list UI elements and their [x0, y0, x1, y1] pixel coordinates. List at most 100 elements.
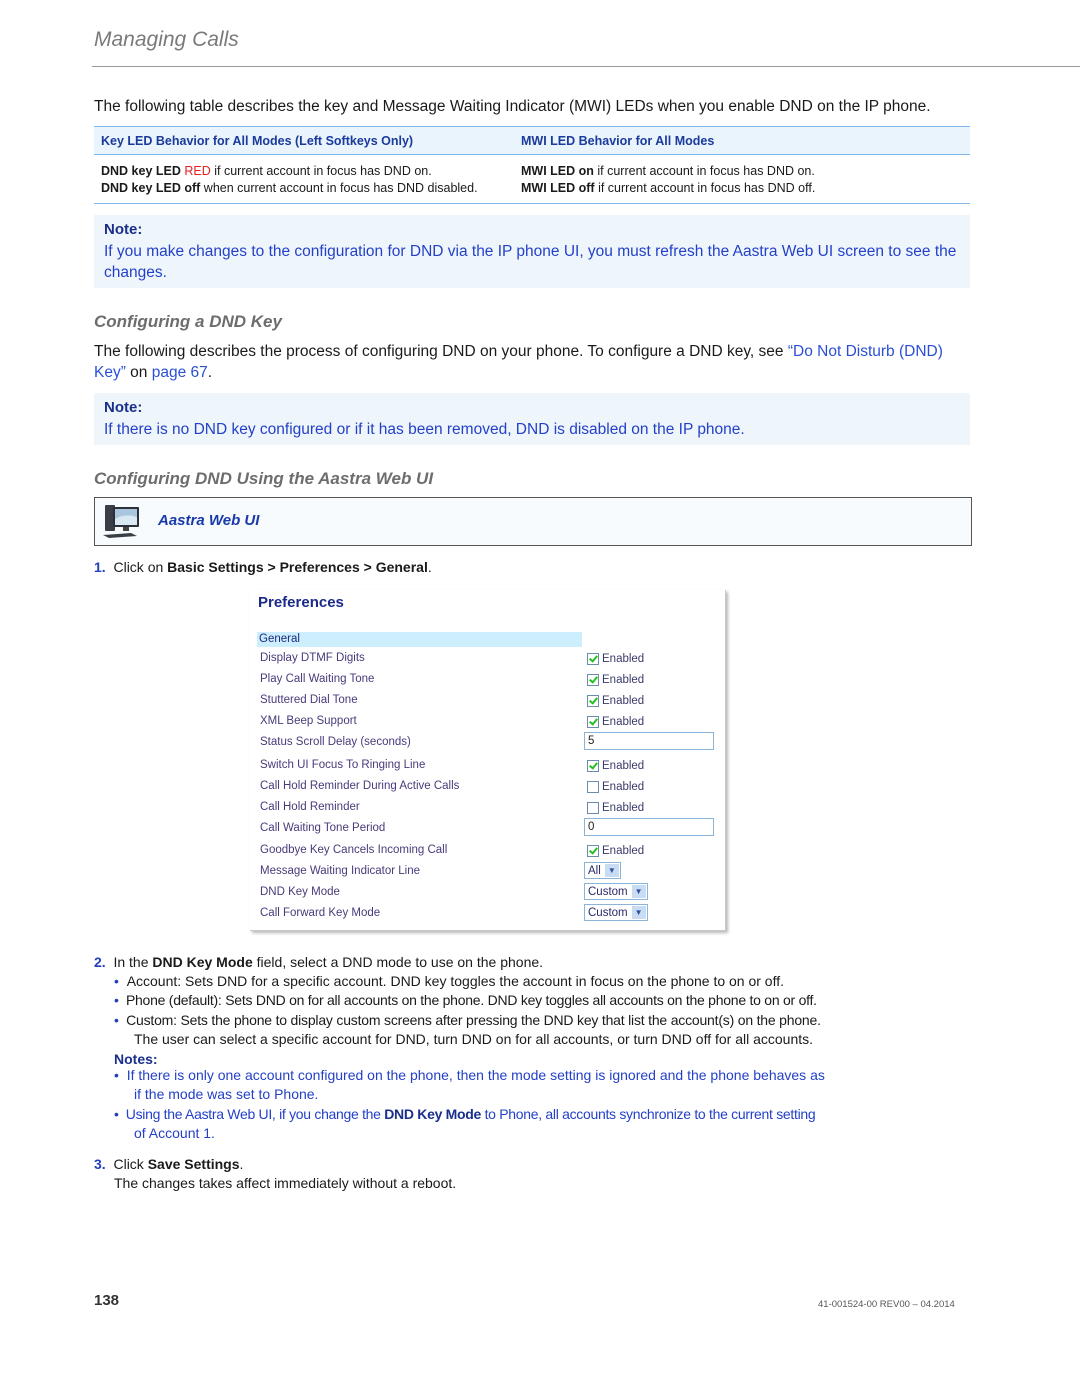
chevron-down-icon[interactable]: ▼: [631, 885, 646, 898]
bullet-icon: •: [114, 1067, 119, 1083]
checkbox-checked[interactable]: [587, 695, 599, 707]
pref-select[interactable]: All ▼: [584, 862, 621, 879]
step-text: field, select a DND mode to use on the p…: [252, 954, 544, 970]
pref-label: Call Hold Reminder: [260, 801, 360, 813]
page-67-link[interactable]: page 67: [152, 364, 208, 381]
note-bullet-sync: • Using the Aastra Web UI, if you change…: [114, 1105, 816, 1124]
bullet-icon: •: [114, 1012, 119, 1028]
step-1: 1. Click on Basic Settings > Preferences…: [94, 558, 432, 577]
note-bullet-bold: DND Key Mode: [384, 1106, 481, 1122]
bullet-text: Custom: Sets the phone to display custom…: [126, 1012, 821, 1028]
section1-text: .: [207, 364, 213, 381]
step-text: .: [239, 1156, 244, 1172]
checkbox-checked[interactable]: [587, 845, 599, 857]
step-text: Click on: [113, 559, 168, 575]
step-button-name: Save Settings: [147, 1156, 240, 1172]
checkbox-checked[interactable]: [587, 716, 599, 728]
chevron-down-icon[interactable]: ▼: [631, 906, 646, 919]
table-header-row: Key LED Behavior for All Modes (Left Sof…: [94, 127, 970, 155]
mwi-led-text: if current account in focus has DND off.: [594, 181, 816, 195]
note-bullet-one-account: • If there is only one account configure…: [114, 1066, 825, 1085]
preferences-section-general: General: [257, 632, 582, 647]
key-led-cell: DND key LED RED if current account in fo…: [94, 163, 521, 197]
note-bullet-text: Using the Aastra Web UI, if you change t…: [125, 1106, 385, 1122]
note-label: Note:: [104, 221, 143, 238]
step-number: 3.: [94, 1156, 106, 1172]
checkbox-label: Enabled: [602, 716, 645, 728]
pref-checkbox-control: Enabled: [587, 781, 644, 793]
mwi-led-line: MWI LED off if current account in focus …: [521, 180, 970, 197]
select-value: All: [588, 864, 601, 877]
pref-checkbox-control: Enabled: [587, 653, 644, 665]
preferences-title: Preferences: [258, 594, 344, 611]
note-bullet-text: to Phone, all accounts synchronize to th…: [481, 1106, 816, 1122]
pref-label: Goodbye Key Cancels Incoming Call: [260, 844, 448, 856]
checkbox-checked[interactable]: [587, 674, 599, 686]
pref-select-control: All ▼: [584, 862, 621, 879]
section1-paragraph: The following describes the process of c…: [94, 341, 964, 383]
checkbox-label: Enabled: [602, 760, 645, 772]
pref-select[interactable]: Custom ▼: [584, 904, 648, 921]
step-number: 1.: [94, 559, 106, 575]
key-led-line: DND key LED RED if current account in fo…: [101, 163, 521, 180]
pref-checkbox-control: Enabled: [587, 802, 644, 814]
step-text: .: [427, 559, 432, 575]
pref-text-input[interactable]: 0: [584, 818, 714, 836]
aastra-web-ui-banner: Aastra Web UI: [94, 497, 972, 546]
aastra-web-ui-label: Aastra Web UI: [158, 512, 260, 529]
note-text: If there is no DND key configured or if …: [104, 421, 745, 438]
header-divider: [92, 66, 1080, 67]
step-number: 2.: [94, 954, 106, 970]
pref-label: DND Key Mode: [260, 886, 340, 898]
note-bullet-one-account-cont: if the mode was set to Phone.: [134, 1086, 319, 1102]
page-number: 138: [94, 1292, 120, 1309]
checkbox-label: Enabled: [602, 695, 645, 707]
step-2: 2. In the DND Key Mode field, select a D…: [94, 953, 543, 972]
intro-paragraph: The following table describes the key an…: [94, 98, 931, 115]
checkbox-label: Enabled: [602, 845, 645, 857]
mode-bullet-phone: • Phone (default): Sets DND on for all a…: [114, 991, 817, 1010]
pref-label: Call Forward Key Mode: [260, 907, 381, 919]
note-box-no-dnd-key: Note: If there is no DND key configured …: [94, 393, 970, 445]
checkbox-checked[interactable]: [587, 760, 599, 772]
checkbox-unchecked[interactable]: [587, 781, 599, 793]
checkbox-label: Enabled: [602, 802, 645, 814]
chevron-down-icon[interactable]: ▼: [604, 864, 619, 877]
select-value: Custom: [588, 885, 628, 898]
step-field-name: DND Key Mode: [152, 954, 253, 970]
bullet-text: Account: Sets DND for a specific account…: [126, 973, 785, 989]
bullet-icon: •: [114, 992, 119, 1008]
checkbox-checked[interactable]: [587, 653, 599, 665]
mwi-led-bold: MWI LED on: [521, 164, 594, 178]
key-led-bold: DND key LED off: [101, 181, 201, 195]
pref-select-control: Custom ▼: [584, 883, 648, 900]
step-text: Click: [113, 1156, 148, 1172]
table-row: DND key LED RED if current account in fo…: [94, 155, 970, 203]
mwi-led-bold: MWI LED off: [521, 181, 595, 195]
note-text: If you make changes to the configuration…: [104, 243, 957, 281]
pref-text-control: 5: [584, 732, 714, 750]
pref-label: Call Waiting Tone Period: [260, 822, 386, 834]
preferences-screenshot: Preferences General Display DTMF Digits E…: [250, 590, 726, 931]
pref-label: Call Hold Reminder During Active Calls: [260, 780, 460, 792]
pref-checkbox-control: Enabled: [587, 674, 644, 686]
section-heading-configuring-dnd-key: Configuring a DND Key: [94, 312, 282, 331]
pref-text-input[interactable]: 5: [584, 732, 714, 750]
pref-label: Message Waiting Indicator Line: [260, 865, 421, 877]
step-3-result: The changes takes affect immediately wit…: [114, 1175, 457, 1191]
bullet-icon: •: [114, 1106, 119, 1122]
step-menu-path: Basic Settings > Preferences > General: [167, 559, 428, 575]
note-bullet-sync-cont: of Account 1.: [134, 1125, 215, 1141]
select-value: Custom: [588, 906, 628, 919]
checkbox-unchecked[interactable]: [587, 802, 599, 814]
led-behavior-table: Key LED Behavior for All Modes (Left Sof…: [94, 126, 970, 204]
step-text: In the: [113, 954, 153, 970]
pref-text-control: 0: [584, 818, 714, 836]
pref-select[interactable]: Custom ▼: [584, 883, 648, 900]
pref-label: Stuttered Dial Tone: [260, 694, 358, 706]
mwi-led-line: MWI LED on if current account in focus h…: [521, 163, 970, 180]
bullet-text: Phone (default): Sets DND on for all acc…: [125, 992, 817, 1008]
mwi-led-cell: MWI LED on if current account in focus h…: [521, 163, 970, 197]
pref-checkbox-control: Enabled: [587, 716, 644, 728]
mode-bullet-custom: • Custom: Sets the phone to display cust…: [114, 1011, 821, 1030]
